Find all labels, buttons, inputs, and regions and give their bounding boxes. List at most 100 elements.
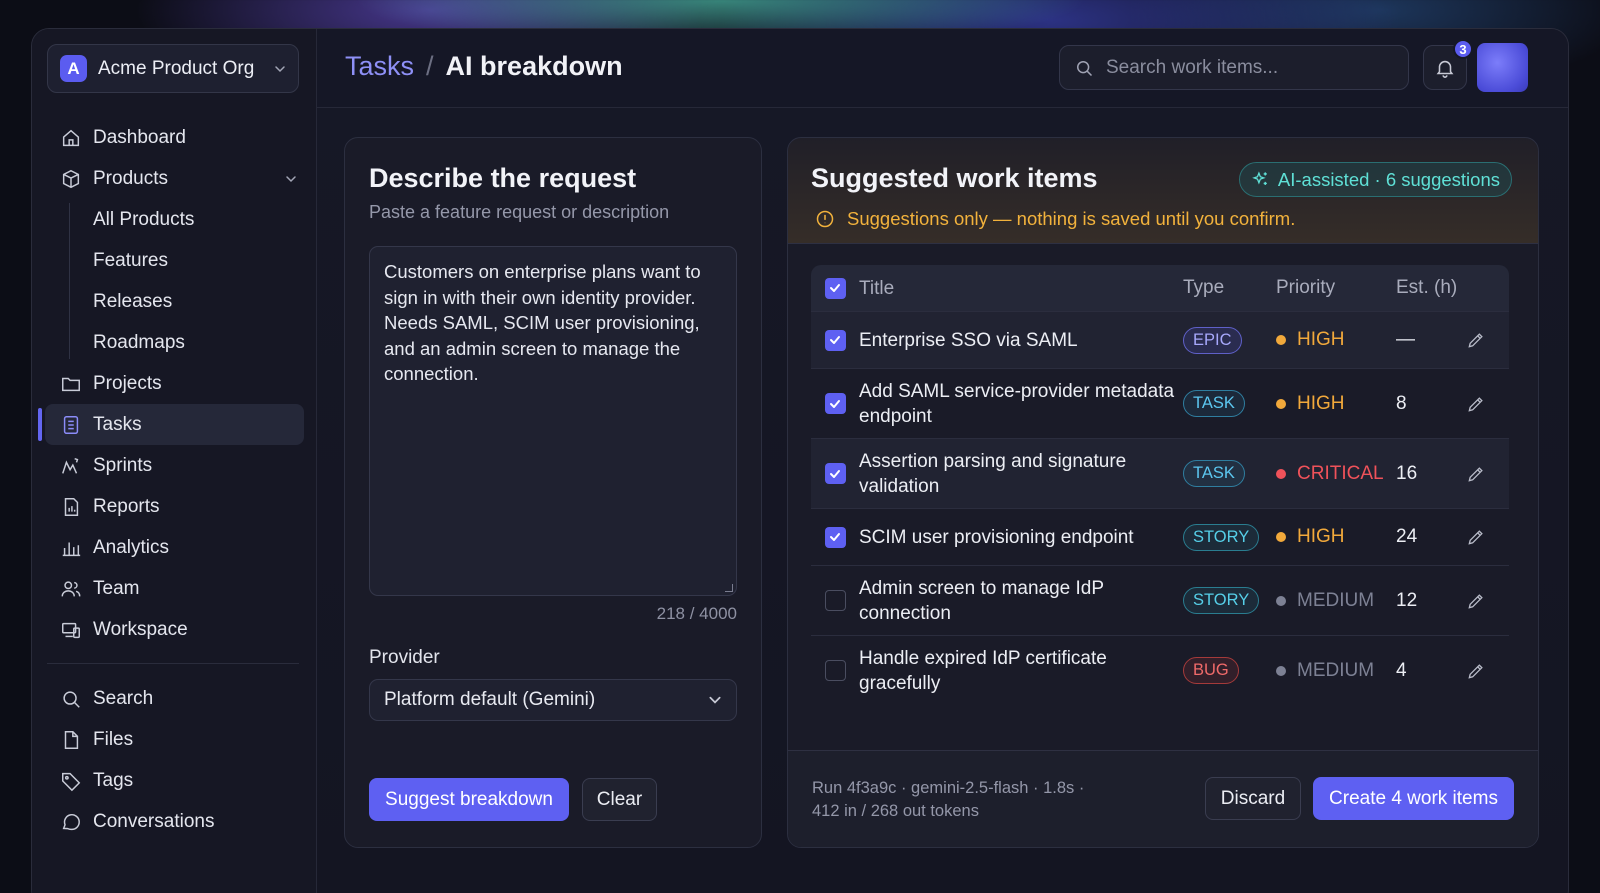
app-window: A Acme Product Org Dashboard Products Al…: [31, 28, 1569, 893]
sidebar-item-workspace[interactable]: Workspace: [32, 609, 317, 650]
row-estimate: 24: [1396, 526, 1418, 547]
chevron-down-icon[interactable]: [285, 173, 297, 185]
suggest-breakdown-button[interactable]: Suggest breakdown: [369, 778, 569, 821]
sidebar-item-dashboard[interactable]: Dashboard: [32, 117, 317, 158]
bell-icon: [1436, 60, 1454, 78]
sidebar-item-roadmaps[interactable]: Roadmaps: [32, 322, 317, 363]
sidebar-item-projects[interactable]: Projects: [32, 363, 317, 404]
chat-bubble-icon: [62, 813, 80, 830]
table-row[interactable]: Assertion parsing and signature validati…: [811, 438, 1509, 508]
column-type: Type: [1183, 277, 1225, 298]
request-card: Describe the request Paste a feature req…: [344, 137, 762, 848]
ai-assisted-badge: AI-assisted · 6 suggestions: [1238, 162, 1512, 197]
priority-label: HIGH: [1297, 526, 1345, 547]
row-checkbox[interactable]: [824, 660, 846, 681]
task-list-icon: [63, 415, 79, 434]
row-title: Enterprise SSO via SAML: [859, 329, 1078, 351]
table-row[interactable]: Add SAML service-provider metadata endpo…: [811, 368, 1509, 438]
sidebar-item-tags[interactable]: Tags: [32, 760, 317, 801]
pencil-icon[interactable]: [1466, 330, 1486, 350]
notification-count-badge: 3: [1453, 39, 1473, 59]
check-icon: [830, 469, 840, 478]
avatar[interactable]: [1477, 43, 1528, 92]
sidebar-item-team[interactable]: Team: [32, 568, 317, 609]
sidebar-item-search[interactable]: Search: [32, 678, 317, 719]
row-estimate: —: [1396, 329, 1415, 350]
sidebar-divider: [47, 663, 299, 664]
request-textarea[interactable]: Customers on enterprise plans want to si…: [369, 246, 737, 596]
row-checkbox[interactable]: [824, 393, 846, 414]
sidebar-item-analytics[interactable]: Analytics: [32, 527, 317, 568]
table-row[interactable]: Admin screen to manage IdP connection ST…: [811, 565, 1509, 635]
check-icon: [830, 284, 840, 292]
pencil-icon[interactable]: [1466, 661, 1486, 681]
sidebar-item-conversations[interactable]: Conversations: [32, 801, 317, 842]
table-row[interactable]: Enterprise SSO via SAML EPIC HIGH —: [811, 311, 1509, 368]
request-title: Describe the request: [369, 163, 637, 193]
breadcrumb-separator: /: [426, 51, 434, 81]
select-all-checkbox[interactable]: [824, 277, 846, 299]
sidebar: A Acme Product Org Dashboard Products Al…: [32, 29, 317, 893]
sidebar-item-reports[interactable]: Reports: [32, 486, 317, 527]
pencil-icon[interactable]: [1466, 527, 1486, 547]
box-icon: [62, 169, 80, 188]
pencil-icon[interactable]: [1466, 591, 1486, 611]
notifications-button[interactable]: 3: [1423, 39, 1473, 90]
sidebar-item-label: Dashboard: [93, 126, 186, 148]
type-badge: BUG: [1183, 657, 1239, 684]
character-count: 218 / 4000: [656, 604, 737, 623]
table-header: Title Type Priority Est. (h): [811, 265, 1509, 311]
org-switcher[interactable]: A Acme Product Org: [47, 44, 299, 93]
sidebar-item-sprints[interactable]: Sprints: [32, 445, 317, 486]
search-placeholder: Search work items...: [1106, 56, 1279, 78]
priority-dot: [1276, 398, 1286, 409]
search-icon: [63, 690, 80, 708]
type-badge: TASK: [1183, 390, 1245, 417]
folder-icon: [62, 377, 80, 391]
discard-button[interactable]: Discard: [1205, 777, 1301, 820]
row-estimate: 4: [1396, 659, 1407, 681]
priority-label: HIGH: [1297, 392, 1345, 414]
row-title: Handle expired IdP certificate gracefull…: [859, 647, 1107, 694]
priority-label: MEDIUM: [1297, 659, 1375, 681]
row-estimate: 16: [1396, 462, 1418, 484]
sidebar-item-releases[interactable]: Releases: [32, 281, 317, 322]
table-row[interactable]: SCIM user provisioning endpoint STORY HI…: [811, 508, 1509, 565]
products-submenu: All Products Features Releases Roadmaps: [32, 199, 317, 363]
home-icon: [62, 129, 80, 146]
info-circle-icon: [816, 210, 834, 228]
column-estimate: Est. (h): [1396, 277, 1458, 298]
file-icon: [64, 730, 79, 749]
sidebar-item-files[interactable]: Files: [32, 719, 317, 760]
sparkles-icon: [1252, 171, 1267, 186]
row-title: SCIM user provisioning endpoint: [859, 526, 1134, 548]
row-title: Assertion parsing and signature validati…: [859, 450, 1127, 497]
priority-dot: [1276, 532, 1286, 542]
sidebar-item-all-products[interactable]: All Products: [32, 199, 317, 240]
provider-select[interactable]: Platform default (Gemini): [369, 679, 737, 721]
priority-dot: [1276, 468, 1286, 479]
row-checkbox[interactable]: [824, 463, 846, 484]
suggestions-title: Suggested work items: [811, 163, 1098, 193]
pencil-icon[interactable]: [1466, 464, 1486, 484]
row-checkbox[interactable]: [824, 590, 846, 611]
sidebar-item-tasks[interactable]: Tasks: [38, 404, 304, 445]
priority-dot: [1276, 595, 1286, 606]
run-info: Run 4f3a9c · gemini-2.5-flash · 1.8s · 4…: [812, 779, 1085, 820]
sidebar-item-features[interactable]: Features: [32, 240, 317, 281]
search-input[interactable]: Search work items...: [1059, 45, 1409, 90]
clear-button[interactable]: Clear: [582, 778, 657, 821]
type-badge: TASK: [1183, 460, 1245, 487]
row-checkbox[interactable]: [824, 526, 846, 548]
resize-handle[interactable]: [725, 584, 733, 592]
create-work-items-button[interactable]: Create 4 work items: [1313, 777, 1514, 820]
breadcrumb-tasks-link[interactable]: Tasks: [345, 51, 414, 82]
sidebar-item-products[interactable]: Products: [32, 158, 317, 199]
provider-selected-value: Platform default (Gemini): [384, 689, 596, 710]
request-text: Customers on enterprise plans want to si…: [384, 261, 701, 384]
table-row[interactable]: Handle expired IdP certificate gracefull…: [811, 635, 1509, 705]
pencil-icon[interactable]: [1466, 394, 1486, 414]
devices-icon: [62, 622, 80, 638]
row-checkbox[interactable]: [824, 329, 846, 351]
warning-notice: Suggestions only — nothing is saved unti…: [815, 208, 1295, 230]
